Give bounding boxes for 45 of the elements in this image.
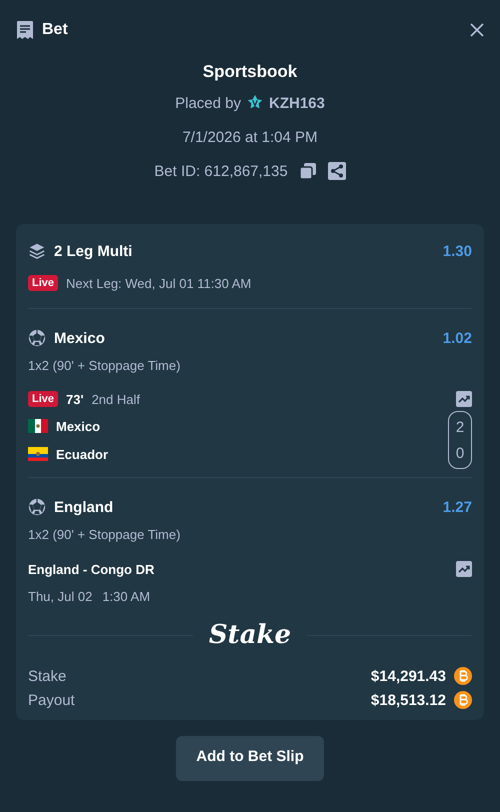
live-badge: Live — [28, 391, 58, 407]
dialog-title: Bet — [42, 21, 69, 39]
match-date: Thu, Jul 02 — [28, 588, 92, 604]
soccer-ball-icon — [28, 329, 46, 347]
leg-odds: 1.02 — [442, 330, 472, 346]
team-name: Ecuador — [56, 446, 108, 462]
bitcoin-icon — [454, 667, 472, 685]
layers-icon — [28, 242, 46, 260]
flag-icon — [28, 419, 48, 433]
market-name: 1x2 (90' + Stoppage Time) — [28, 526, 182, 544]
brand-logo: Stake — [208, 620, 292, 650]
share-button[interactable] — [328, 162, 346, 180]
leg-team: Mexico — [54, 330, 106, 346]
leg-team: England — [54, 498, 114, 516]
bet-source: Sportsbook — [202, 62, 298, 83]
placed-date: 7/1/2026 at 1:04 PM — [182, 128, 318, 146]
team-score: 0 — [456, 444, 464, 464]
flag-icon — [28, 447, 48, 461]
username: KZH163 — [269, 94, 325, 112]
match-time: 1:30 AM — [102, 588, 150, 604]
trend-chart-icon[interactable] — [456, 561, 472, 577]
soccer-ball-icon — [28, 498, 46, 516]
total-odds: 1.30 — [442, 242, 472, 260]
leg-odds: 1.27 — [442, 498, 472, 516]
total-label: Payout — [28, 692, 75, 708]
add-to-bet-slip-button[interactable]: Add to Bet Slip — [176, 736, 324, 781]
placed-by-label: Placed by — [175, 94, 241, 112]
total-label: Stake — [28, 668, 66, 684]
close-button[interactable] — [470, 23, 484, 37]
trend-chart-icon[interactable] — [456, 391, 472, 407]
match-minute: 73' — [66, 392, 84, 406]
total-amount: $18,513.12 — [370, 692, 446, 708]
match-name: England - Congo DR — [28, 562, 154, 576]
bet-id: Bet ID: 612,867,135 — [154, 162, 288, 180]
receipt-icon — [16, 20, 34, 40]
total-amount: $14,291.43 — [370, 668, 446, 684]
bitcoin-icon — [454, 691, 472, 709]
match-period: 2nd Half — [92, 392, 141, 406]
copy-button[interactable] — [298, 162, 317, 180]
market-name: 1x2 (90' + Stoppage Time) — [28, 356, 182, 375]
team-score: 2 — [456, 418, 464, 438]
next-leg: Next Leg: Wed, Jul 01 11:30 AM — [66, 276, 252, 290]
team-name: Mexico — [56, 418, 100, 434]
bet-type: 2 Leg Multi — [54, 242, 134, 260]
live-badge: Live — [28, 275, 58, 291]
